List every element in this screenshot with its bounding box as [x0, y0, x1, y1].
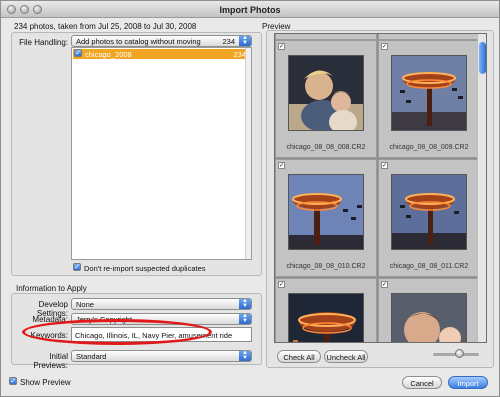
partial-cell-right	[378, 34, 480, 40]
check-all-button[interactable]: Check All	[277, 350, 321, 363]
checkmark-icon[interactable]: ✓	[381, 281, 388, 288]
slider-knob[interactable]	[455, 349, 464, 358]
file-handling-popup[interactable]: Add photos to catalog without moving 234…	[71, 35, 252, 47]
file-handling-value: Add photos to catalog without moving	[76, 37, 201, 46]
checkmark-icon[interactable]: ✓	[381, 162, 388, 169]
uncheck-all-button[interactable]: Uncheck All	[324, 350, 368, 363]
folder-name: chicago_2008	[85, 50, 132, 59]
initial-previews-popup[interactable]: Standard ▲ ▼	[71, 350, 252, 362]
checkmark-icon[interactable]: ✓	[278, 162, 285, 169]
file-handling-count: 234	[222, 37, 235, 46]
photo-cell[interactable]: ✓ chicago_08_08_011.CR2	[378, 159, 480, 277]
show-preview-label: Show Preview	[20, 378, 71, 387]
photo-cell[interactable]: ✓	[378, 278, 480, 342]
import-photos-window: Import Photos 234 photos, taken from Jul…	[0, 0, 500, 397]
photo-thumbnail	[391, 174, 467, 250]
checkmark-icon[interactable]: ✓	[74, 49, 82, 57]
partial-cell-left	[275, 34, 377, 40]
updown-arrows-icon: ▲ ▼	[239, 298, 251, 309]
photo-cell[interactable]: ✓ chicago_08_08_009.CR2	[378, 40, 480, 158]
photo-caption: chicago_08_08_009.CR2	[389, 144, 469, 151]
initial-previews-label: Initial Previews:	[33, 352, 68, 370]
photo-cell[interactable]: ✓	[275, 278, 377, 342]
initial-previews-value: Standard	[76, 352, 107, 361]
photo-thumbnail	[391, 293, 467, 342]
dont-reimport-checkbox[interactable]: ✓	[73, 263, 81, 271]
import-summary: 234 photos, taken from Jul 25, 2008 to J…	[14, 22, 197, 31]
dont-reimport-label: Don't re-import suspected duplicates	[84, 264, 206, 273]
show-preview-checkbox[interactable]: ✓	[9, 377, 17, 385]
cancel-button[interactable]: Cancel	[402, 376, 442, 389]
import-button[interactable]: Import	[448, 376, 488, 389]
scrollbar-thumb[interactable]	[479, 42, 486, 74]
updown-arrows-icon: ▲ ▼	[239, 350, 251, 361]
info-section-title: Information to Apply	[16, 284, 87, 293]
list-scrollbar[interactable]	[245, 48, 251, 259]
develop-settings-popup[interactable]: None ▲ ▼	[71, 298, 252, 310]
photo-cell[interactable]: ✓ chicago_08_08_010.CR2	[275, 159, 377, 277]
photo-caption: chicago_08_08_011.CR2	[389, 263, 469, 270]
list-item[interactable]: ✓ chicago_2008 234	[73, 49, 250, 59]
updown-arrows-icon: ▲ ▼	[239, 313, 251, 324]
updown-arrows-icon: ▲ ▼	[239, 35, 251, 46]
file-handling-label: File Handling:	[19, 38, 68, 47]
photo-caption: chicago_08_08_010.CR2	[286, 263, 366, 270]
checkmark-icon[interactable]: ✓	[278, 43, 285, 50]
photo-caption: chicago_08_08_008.CR2	[286, 144, 366, 151]
source-folder-list[interactable]: ✓ chicago_2008 234	[71, 47, 252, 260]
photo-cell[interactable]: ✓ chicago_08_08_008.CR2	[275, 40, 377, 158]
preview-grid[interactable]: ✓ chicago_08_08_008.CR2 ✓ chicago_08_08_…	[274, 33, 487, 343]
window-title: Import Photos	[219, 5, 281, 15]
photo-thumbnail	[288, 174, 364, 250]
preview-scrollbar[interactable]	[477, 34, 486, 342]
photo-thumbnail	[391, 55, 467, 131]
annotation-ellipse	[22, 319, 212, 345]
develop-settings-value: None	[76, 300, 94, 309]
checkmark-icon[interactable]: ✓	[381, 43, 388, 50]
title-bar: Import Photos	[1, 1, 499, 18]
checkmark-icon[interactable]: ✓	[278, 281, 285, 288]
photo-thumbnail	[288, 55, 364, 131]
photo-thumbnail	[288, 293, 364, 342]
